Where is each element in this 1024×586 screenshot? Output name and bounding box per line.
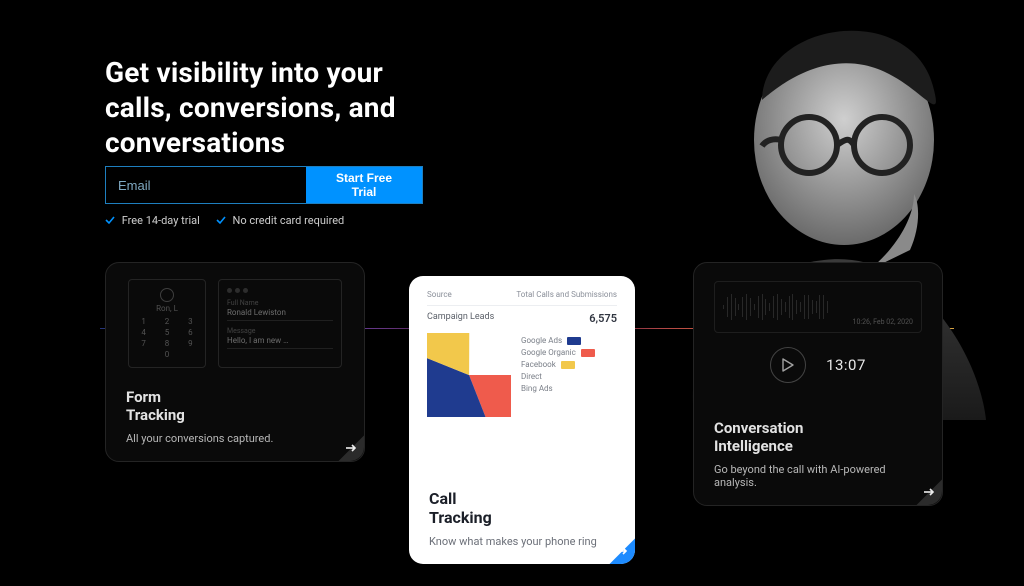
email-input[interactable]: [106, 167, 306, 203]
contact-name: Ron, L: [135, 304, 199, 313]
pie-chart: [427, 333, 511, 417]
dialpad-keys: 123 456 789 0: [135, 317, 199, 359]
landing-hero-section: Get visibility into your calls, conversi…: [0, 0, 1024, 586]
card-call-tracking[interactable]: Source Total Calls and Submissions Campa…: [409, 276, 635, 564]
waveform-preview: 10:26, Feb 02, 2020: [714, 281, 922, 333]
card-title: CallTracking: [429, 490, 615, 527]
arrow-right-icon: [615, 544, 629, 558]
window-dots-icon: [227, 288, 333, 293]
card-conversation-intelligence[interactable]: 10:26, Feb 02, 2020 13:07 ConversationIn…: [693, 262, 943, 506]
table-col-total: Total Calls and Submissions: [516, 290, 617, 299]
card-subtitle: All your conversions captured.: [126, 432, 344, 445]
benefit-item: Free 14-day trial: [105, 214, 200, 227]
start-free-trial-button[interactable]: Start Free Trial: [306, 167, 422, 203]
form-tracking-preview: Ron, L 123 456 789 0 Full Name Ronald Le…: [128, 279, 342, 368]
check-icon: [105, 215, 115, 225]
check-icon: [216, 215, 226, 225]
card-title: FormTracking: [126, 388, 344, 424]
table-col-source: Source: [427, 290, 452, 299]
waveform-caption: 10:26, Feb 02, 2020: [853, 318, 913, 326]
play-button[interactable]: [770, 347, 806, 383]
mini-dialpad: Ron, L 123 456 789 0: [128, 279, 206, 368]
campaign-leads-value: 6,575: [589, 312, 617, 325]
arrow-right-icon: [922, 485, 936, 499]
call-tracking-preview: Source Total Calls and Submissions Campa…: [427, 290, 617, 417]
pie-legend: Google Ads Google Organic Facebook Direc…: [521, 333, 595, 396]
playback-time: 13:07: [826, 356, 866, 374]
arrow-right-icon: [344, 441, 358, 455]
campaign-leads-label: Campaign Leads: [427, 312, 494, 325]
card-form-tracking[interactable]: Ron, L 123 456 789 0 Full Name Ronald Le…: [105, 262, 365, 462]
card-title: ConversationIntelligence: [714, 419, 922, 455]
card-subtitle: Know what makes your phone ring: [429, 535, 615, 548]
page-headline: Get visibility into your calls, conversi…: [105, 55, 425, 160]
card-subtitle: Go beyond the call with AI-powered analy…: [714, 463, 922, 489]
signup-form: Start Free Trial Free 14-day trial No cr…: [105, 166, 423, 227]
benefit-item: No credit card required: [216, 214, 344, 227]
signup-benefits: Free 14-day trial No credit card require…: [105, 214, 423, 227]
play-icon: [782, 358, 794, 372]
avatar-icon: [160, 288, 174, 302]
mini-form: Full Name Ronald Lewiston Message Hello,…: [218, 279, 342, 368]
